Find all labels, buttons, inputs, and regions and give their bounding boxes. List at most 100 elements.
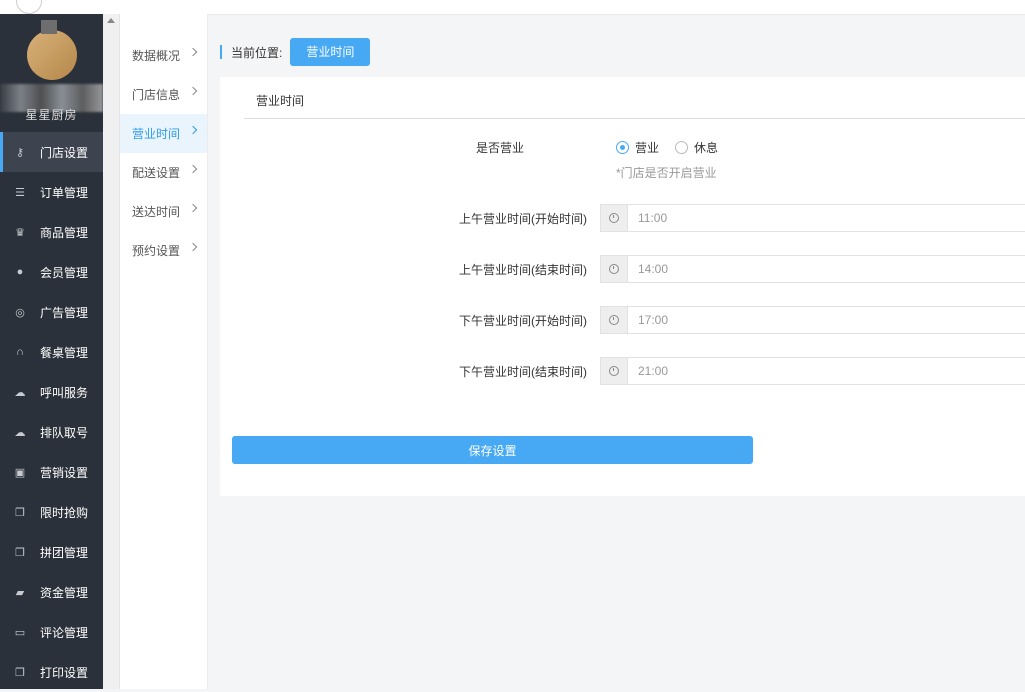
nav-item-store-settings[interactable]: ⚷ 门店设置 bbox=[0, 132, 103, 172]
submenu-item-reservation[interactable]: 预约设置 bbox=[120, 231, 207, 270]
nav-item-label: 商品管理 bbox=[40, 225, 89, 240]
nav-item-ads[interactable]: ◎ 广告管理 bbox=[0, 292, 103, 332]
main-sidebar: 星星厨房 ⚷ 门店设置 ☰ 订单管理 ♛ 商品管理 ● 会员管理 ◎ 广告管理 ∩ 餐桌管理… bbox=[0, 14, 103, 689]
clock-icon bbox=[601, 358, 628, 384]
book-icon: ▰ bbox=[15, 586, 25, 599]
lifebuoy-icon: ◎ bbox=[15, 306, 25, 319]
clock-icon bbox=[601, 307, 628, 333]
nav-item-label: 餐桌管理 bbox=[40, 345, 89, 360]
morning-start-field bbox=[600, 204, 1025, 232]
radio-open[interactable]: 营业 bbox=[616, 139, 659, 156]
morning-end-field bbox=[600, 255, 1025, 283]
nav-item-label: 门店设置 bbox=[40, 145, 89, 160]
submenu-item-label: 数据概况 bbox=[132, 49, 181, 63]
money-icon: ▭ bbox=[14, 626, 26, 639]
trophy-icon: ♛ bbox=[15, 226, 25, 239]
gift-icon: ▣ bbox=[14, 466, 26, 479]
breadcrumb: 当前位置: 营业时间 bbox=[220, 38, 371, 66]
morning-end-input[interactable] bbox=[628, 256, 1018, 282]
breadcrumb-current[interactable]: 营业时间 bbox=[290, 38, 371, 66]
panel-title-text: 营业时间 bbox=[256, 94, 305, 108]
afternoon-end-field bbox=[600, 357, 1025, 385]
logo-icon bbox=[16, 0, 42, 14]
clock-icon bbox=[601, 256, 628, 282]
binoculars-icon: ∩ bbox=[16, 346, 24, 358]
nav-item-label: 排队取号 bbox=[40, 425, 89, 440]
submenu-item-label: 配送设置 bbox=[132, 166, 181, 180]
morning-start-label: 上午营业时间(开始时间) bbox=[459, 212, 587, 226]
afternoon-start-field bbox=[600, 306, 1025, 334]
nav-item-tables[interactable]: ∩ 餐桌管理 bbox=[0, 332, 103, 372]
nav-item-reviews[interactable]: ▭ 评论管理 bbox=[0, 612, 103, 652]
radio-checked-icon bbox=[616, 141, 629, 154]
copy-icon: ❐ bbox=[15, 666, 25, 679]
key-icon: ⚷ bbox=[15, 146, 25, 159]
main-nav: ⚷ 门店设置 ☰ 订单管理 ♛ 商品管理 ● 会员管理 ◎ 广告管理 ∩ 餐桌管理 ☁ 呼叫服… bbox=[0, 132, 103, 692]
open-status-radio-group: 营业 休息 bbox=[616, 139, 734, 156]
user-icon: ● bbox=[16, 266, 24, 278]
submenu-item-store-info[interactable]: 门店信息 bbox=[120, 75, 207, 114]
submenu-item-label: 门店信息 bbox=[132, 88, 181, 102]
copy-icon: ❐ bbox=[15, 546, 25, 559]
afternoon-end-input[interactable] bbox=[628, 358, 1018, 384]
nav-item-label: 广告管理 bbox=[40, 305, 89, 320]
afternoon-start-label: 下午营业时间(开始时间) bbox=[459, 314, 587, 328]
nav-item-label: 营销设置 bbox=[40, 465, 89, 480]
submenu-item-delivery[interactable]: 配送设置 bbox=[120, 153, 207, 192]
radio-open-label: 营业 bbox=[635, 141, 660, 155]
breadcrumb-label: 当前位置: bbox=[231, 45, 283, 60]
chevron-right-icon bbox=[188, 203, 198, 213]
nav-item-queue[interactable]: ☁ 排队取号 bbox=[0, 412, 103, 452]
nav-item-label: 订单管理 bbox=[40, 185, 89, 200]
nav-item-marketing[interactable]: ▣ 营销设置 bbox=[0, 452, 103, 492]
cloud-icon: ☁ bbox=[14, 386, 26, 399]
sidebar-scrollbar[interactable] bbox=[103, 14, 120, 689]
nav-item-label: 打印设置 bbox=[40, 665, 89, 680]
afternoon-start-input[interactable] bbox=[628, 307, 1018, 333]
submenu-item-arrival-time[interactable]: 送达时间 bbox=[120, 192, 207, 231]
submenu-item-label: 送达时间 bbox=[132, 205, 181, 219]
chevron-right-icon bbox=[188, 86, 198, 96]
open-status-hint: *门店是否开启营业 bbox=[616, 166, 717, 180]
clock-icon bbox=[601, 205, 628, 231]
nav-item-flash-sale[interactable]: ❐ 限时抢购 bbox=[0, 492, 103, 532]
profile-area: 星星厨房 bbox=[0, 14, 103, 132]
scroll-up-arrow-icon[interactable] bbox=[107, 18, 115, 23]
morning-end-label: 上午营业时间(结束时间) bbox=[459, 263, 587, 277]
nav-item-label: 拼团管理 bbox=[40, 545, 89, 560]
submenu-item-label: 预约设置 bbox=[132, 244, 181, 258]
nav-item-funds[interactable]: ▰ 资金管理 bbox=[0, 572, 103, 612]
nav-item-label: 会员管理 bbox=[40, 265, 89, 280]
business-hours-panel: 营业时间 是否营业 营业 休息 *门店是否开启营业 上午营业时间(开始时间) 上… bbox=[220, 77, 1025, 496]
avatar[interactable] bbox=[27, 20, 77, 80]
top-bar bbox=[0, 0, 1025, 15]
nav-item-label: 评论管理 bbox=[40, 625, 89, 640]
nav-item-members[interactable]: ● 会员管理 bbox=[0, 252, 103, 292]
save-settings-button[interactable]: 保存设置 bbox=[232, 436, 753, 464]
afternoon-end-label: 下午营业时间(结束时间) bbox=[459, 365, 587, 379]
breadcrumb-accent-bar bbox=[220, 45, 222, 59]
nav-item-label: 限时抢购 bbox=[40, 505, 89, 520]
nav-item-group-buy[interactable]: ❐ 拼团管理 bbox=[0, 532, 103, 572]
chevron-right-icon bbox=[188, 125, 198, 135]
radio-rest-label: 休息 bbox=[694, 141, 719, 155]
secondary-menu: 数据概况 门店信息 营业时间 配送设置 送达时间 预约设置 bbox=[120, 14, 208, 689]
panel-title: 营业时间 bbox=[244, 77, 1025, 119]
nav-item-orders[interactable]: ☰ 订单管理 bbox=[0, 172, 103, 212]
nav-item-call-service[interactable]: ☁ 呼叫服务 bbox=[0, 372, 103, 412]
chevron-right-icon bbox=[188, 164, 198, 174]
list-icon: ☰ bbox=[15, 186, 25, 199]
submenu-item-overview[interactable]: 数据概况 bbox=[120, 36, 207, 75]
nav-item-label: 资金管理 bbox=[40, 585, 89, 600]
chevron-right-icon bbox=[188, 242, 198, 252]
radio-unchecked-icon bbox=[675, 141, 689, 154]
nav-item-label: 呼叫服务 bbox=[40, 385, 89, 400]
radio-rest[interactable]: 休息 bbox=[675, 139, 718, 156]
copy-icon: ❐ bbox=[15, 506, 25, 519]
chevron-right-icon bbox=[188, 47, 198, 57]
nav-item-products[interactable]: ♛ 商品管理 bbox=[0, 212, 103, 252]
shop-name: 星星厨房 bbox=[25, 108, 78, 122]
nav-item-printing[interactable]: ❐ 打印设置 bbox=[0, 652, 103, 692]
open-status-label: 是否营业 bbox=[475, 141, 524, 155]
morning-start-input[interactable] bbox=[628, 205, 1018, 231]
